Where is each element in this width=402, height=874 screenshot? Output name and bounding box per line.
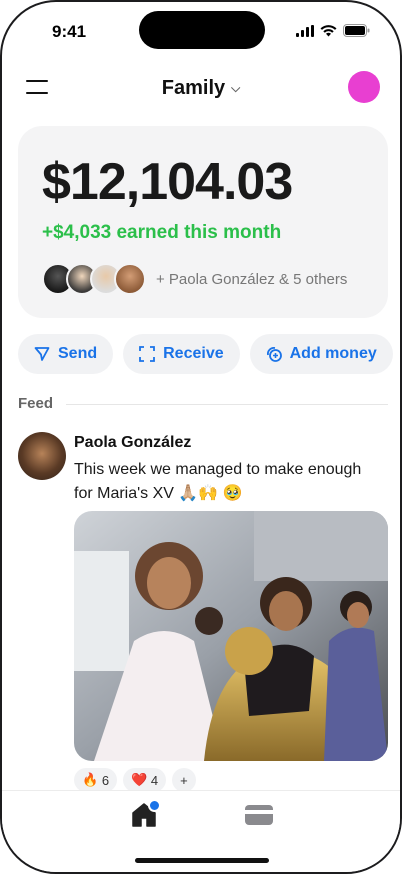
- dynamic-island: [139, 11, 265, 49]
- feed-divider: [66, 404, 388, 405]
- status-bar: 9:41: [2, 2, 400, 58]
- receive-label: Receive: [163, 345, 224, 362]
- heart-icon: ❤️: [131, 772, 148, 787]
- post-text: This week we managed to make enough for …: [74, 461, 362, 502]
- group-title: Family: [161, 77, 226, 99]
- status-icons: [296, 24, 370, 37]
- members-row[interactable]: + Paola González & 5 others: [42, 263, 347, 295]
- notification-dot: [148, 799, 161, 812]
- post-photo[interactable]: [74, 511, 388, 761]
- post-author-name[interactable]: Paola González: [74, 434, 191, 452]
- add-money-button[interactable]: Add money: [249, 334, 393, 374]
- fire-icon: 🔥: [82, 772, 99, 787]
- battery-icon: [343, 24, 370, 37]
- status-time: 9:41: [52, 22, 87, 41]
- member-avatar: [114, 263, 146, 295]
- reactions-row: 🔥 6 ❤️ 4 +: [74, 768, 196, 792]
- send-button[interactable]: Send: [18, 334, 114, 374]
- phone-frame: 9:41 Family ⌵ $12,104.03 +$4,033 earned t…: [0, 0, 402, 874]
- home-indicator: [135, 858, 269, 863]
- reaction-count: 4: [150, 772, 159, 788]
- reaction-heart[interactable]: ❤️ 4: [123, 768, 167, 792]
- wifi-icon: [320, 24, 337, 36]
- reaction-fire[interactable]: 🔥 6: [74, 768, 118, 792]
- scan-icon: [139, 346, 156, 362]
- members-text: + Paola González & 5 others: [156, 270, 348, 288]
- signal-icon: [296, 24, 314, 37]
- profile-avatar[interactable]: [348, 71, 380, 103]
- action-buttons: Send Receive Add money: [18, 334, 393, 374]
- add-money-label: Add money: [289, 345, 377, 362]
- add-reaction-button[interactable]: +: [172, 768, 196, 792]
- balance-card: $12,104.03 +$4,033 earned this month + P…: [18, 126, 388, 318]
- send-icon: [34, 347, 50, 361]
- post-photo-image: [74, 511, 388, 761]
- card-icon[interactable]: [244, 803, 274, 827]
- balance-amount: $12,104.03: [42, 153, 293, 211]
- app-header: Family ⌵: [2, 68, 400, 110]
- send-label: Send: [58, 345, 98, 362]
- plus-icon: +: [180, 772, 188, 788]
- feed-heading: Feed: [18, 395, 54, 412]
- add-money-icon: [266, 347, 282, 362]
- post-author-avatar[interactable]: [18, 432, 66, 480]
- group-selector[interactable]: Family ⌵: [2, 77, 400, 100]
- receive-button[interactable]: Receive: [123, 334, 240, 374]
- chevron-down-icon: ⌵: [231, 81, 241, 95]
- earned-this-month: +$4,033 earned this month: [42, 222, 282, 243]
- screen: 9:41 Family ⌵ $12,104.03 +$4,033 earned t…: [2, 2, 400, 872]
- reaction-count: 6: [101, 772, 110, 788]
